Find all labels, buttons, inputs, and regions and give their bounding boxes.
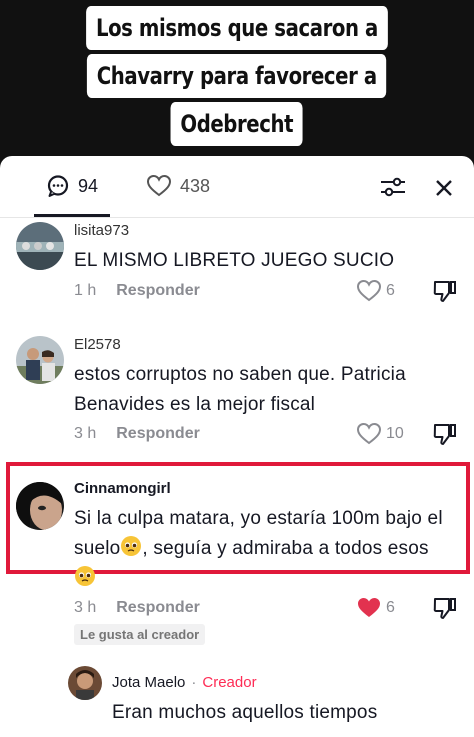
comment-meta: 1 h Responder [74, 282, 200, 300]
tab-comments[interactable]: 94 [46, 174, 98, 198]
pleading-face-emoji-icon [121, 536, 142, 556]
caption-line: Chavarry para favorecer a [87, 54, 387, 98]
comment-bubble-icon [47, 175, 69, 197]
reply-text: Eran muchos aquellos tiempos [112, 702, 378, 723]
comment-time: 1 h [74, 282, 97, 299]
avatar-image [16, 222, 64, 270]
comment-username[interactable]: Cinnamongirl [74, 480, 171, 497]
divider [0, 217, 474, 218]
video-caption: Los mismos que sacaron a Chavarry para f… [0, 6, 474, 146]
dislike-button[interactable] [432, 421, 458, 447]
avatar[interactable] [68, 666, 102, 700]
dislike-button[interactable] [432, 278, 458, 304]
pleading-face-emoji-icon [75, 566, 95, 586]
caption-line: Los mismos que sacaron a [86, 6, 388, 50]
comment-text-part: , seguía y admiraba a todos esos [142, 538, 429, 559]
avatar[interactable] [16, 482, 64, 530]
reply-header: Jota Maelo · Creador [112, 674, 257, 691]
close-button[interactable] [430, 174, 458, 202]
caption-line: Odebrecht [170, 102, 304, 146]
like-button[interactable]: 6 [356, 596, 395, 620]
creator-liked-badge: Le gusta al creador [74, 624, 206, 645]
filter-button[interactable] [378, 174, 408, 200]
like-button[interactable]: 10 [356, 422, 404, 446]
close-icon [436, 180, 452, 196]
dislike-button[interactable] [432, 595, 458, 621]
heart-outline-icon [356, 279, 382, 302]
thumbs-down-icon [433, 598, 456, 619]
reply-button[interactable]: Responder [116, 599, 200, 617]
creator-label: Creador [202, 674, 257, 691]
avatar-image [16, 336, 64, 384]
heart-outline-icon [146, 174, 172, 197]
like-count: 10 [386, 425, 404, 442]
comments-count: 94 [78, 175, 99, 196]
comment-username[interactable]: El2578 [74, 336, 121, 353]
tab-likes[interactable]: 438 [146, 174, 210, 198]
thumbs-down-icon [433, 424, 456, 445]
comment-username[interactable]: lisita973 [74, 222, 129, 239]
like-count: 6 [386, 599, 395, 616]
comment-text: estos corruptos no saben que. Patricia B… [74, 364, 406, 415]
thumbs-down-icon [433, 281, 456, 302]
comment-time: 3 h [74, 599, 97, 616]
reply-username[interactable]: Jota Maelo [112, 674, 185, 691]
comments-sheet: 94 438 lisita973 EL MISMO LIBRETO JUEGO … [0, 156, 474, 737]
like-button[interactable]: 6 [356, 279, 395, 303]
avatar[interactable] [16, 222, 64, 270]
sliders-icon [381, 177, 405, 197]
comment-text: EL MISMO LIBRETO JUEGO SUCIO [74, 250, 395, 271]
avatar[interactable] [16, 336, 64, 384]
avatar-image [68, 666, 102, 700]
reply-button[interactable]: Responder [116, 282, 200, 300]
heart-filled-icon [358, 598, 380, 617]
heart-outline-icon [356, 422, 382, 445]
like-count: 6 [386, 282, 395, 299]
comment-text: Si la culpa matara, yo estaría 100m bajo… [74, 504, 464, 594]
comment-meta: 3 h Responder [74, 425, 200, 443]
comment-time: 3 h [74, 425, 97, 442]
comments-tabs: 94 438 [0, 156, 474, 218]
separator: · [191, 674, 197, 691]
avatar-image [16, 482, 64, 530]
likes-count: 438 [180, 175, 211, 196]
comment-meta: 3 h Responder [74, 599, 200, 617]
reply-button[interactable]: Responder [116, 425, 200, 443]
